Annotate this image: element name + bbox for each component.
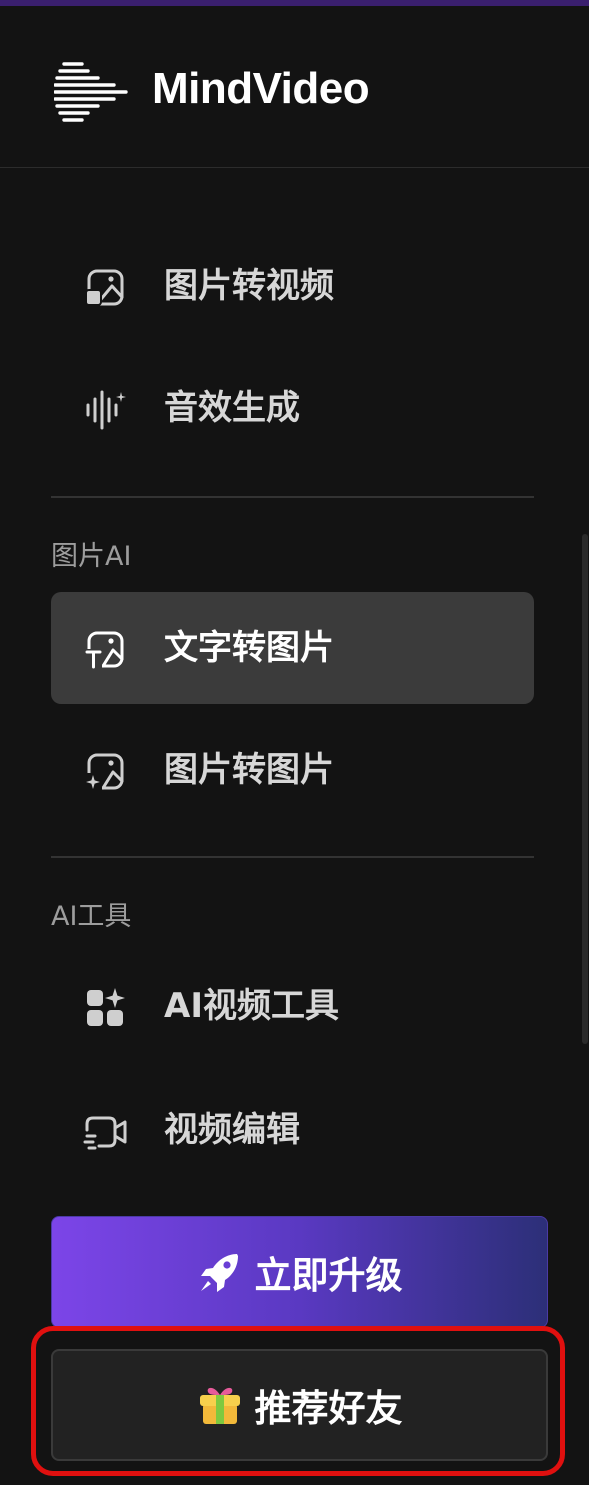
image-to-image-icon <box>84 753 124 791</box>
nav-item-image-to-video[interactable]: 图片转视频 <box>51 230 534 342</box>
upgrade-button[interactable]: 立即升级 <box>51 1216 548 1328</box>
nav-label: 音效生成 <box>164 388 300 428</box>
app-name: MindVideo <box>152 64 370 113</box>
apps-grid-sparkle-icon <box>87 988 125 1026</box>
text-to-image-icon <box>85 631 124 669</box>
section-title-image-ai: 图片AI <box>51 541 132 572</box>
video-edit-icon <box>83 1116 127 1150</box>
nav-label: 图片转视频 <box>164 266 334 306</box>
nav-label: 图片转图片 <box>164 750 334 790</box>
nav-label: 视频编辑 <box>164 1110 300 1150</box>
highlight-outline <box>31 1326 565 1476</box>
nav-item-image-to-image[interactable]: 图片转图片 <box>51 714 534 826</box>
sidebar-scrollbar[interactable] <box>582 534 588 1044</box>
image-to-video-icon <box>85 269 124 306</box>
nav-item-video-edit[interactable]: 视频编辑 <box>51 1074 534 1186</box>
nav-item-audio-generation[interactable]: 音效生成 <box>51 352 534 464</box>
audio-waveform-icon <box>86 390 126 430</box>
sidebar: MindVideo 图片转视频 音效生成 图片AI 文字转图片 图片转图片 AI… <box>0 6 589 1485</box>
brand-header[interactable]: MindVideo <box>0 6 589 168</box>
nav-label: AI视频工具 <box>164 986 339 1026</box>
rocket-icon <box>200 1254 238 1292</box>
section-divider <box>51 496 534 498</box>
nav-label: 文字转图片 <box>164 628 334 668</box>
upgrade-button-content: 立即升级 <box>52 1217 547 1327</box>
mindvideo-logo-icon <box>54 62 128 122</box>
nav-item-ai-video-tools[interactable]: AI视频工具 <box>51 950 534 1062</box>
nav-item-text-to-image[interactable]: 文字转图片 <box>51 592 534 704</box>
upgrade-button-label: 立即升级 <box>254 1254 403 1297</box>
section-title-ai-tools: AI工具 <box>51 901 132 932</box>
section-divider <box>51 856 534 858</box>
